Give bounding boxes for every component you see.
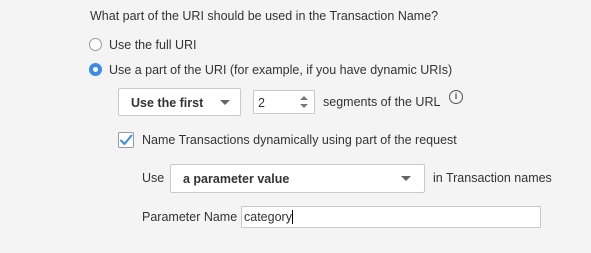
segment-mode-value: Use the first xyxy=(131,96,204,110)
info-icon[interactable]: i xyxy=(449,90,463,104)
chevron-down-icon xyxy=(220,100,230,105)
segment-mode-select[interactable]: Use the first xyxy=(118,88,241,116)
use-label: Use xyxy=(142,171,165,185)
dynamic-naming-checkbox[interactable] xyxy=(118,132,134,148)
text-cursor xyxy=(291,210,293,224)
radio-full-uri-label[interactable]: Use the full URI xyxy=(109,38,197,52)
radio-part-uri[interactable] xyxy=(89,63,102,76)
stepper-up-icon[interactable] xyxy=(300,96,308,100)
parameter-name-label: Parameter Name xyxy=(142,210,238,224)
radio-part-uri-label[interactable]: Use a part of the URI (for example, if y… xyxy=(109,63,452,77)
chevron-down-icon xyxy=(401,176,411,181)
segment-count-stepper[interactable]: 2 xyxy=(253,90,315,114)
segment-count-value: 2 xyxy=(258,96,265,110)
parameter-name-value: category xyxy=(244,210,292,224)
request-part-select[interactable]: a parameter value xyxy=(170,164,425,193)
dynamic-naming-label[interactable]: Name Transactions dynamically using part… xyxy=(142,133,457,147)
in-transaction-names-label: in Transaction names xyxy=(433,171,552,185)
uri-question: What part of the URI should be used in t… xyxy=(90,9,439,23)
parameter-name-input[interactable]: category xyxy=(241,206,541,228)
radio-full-uri[interactable] xyxy=(89,38,102,51)
stepper-down-icon[interactable] xyxy=(300,104,308,108)
checkmark-icon xyxy=(120,134,133,145)
request-part-value: a parameter value xyxy=(183,172,290,186)
segments-suffix-label: segments of the URL xyxy=(323,95,441,109)
